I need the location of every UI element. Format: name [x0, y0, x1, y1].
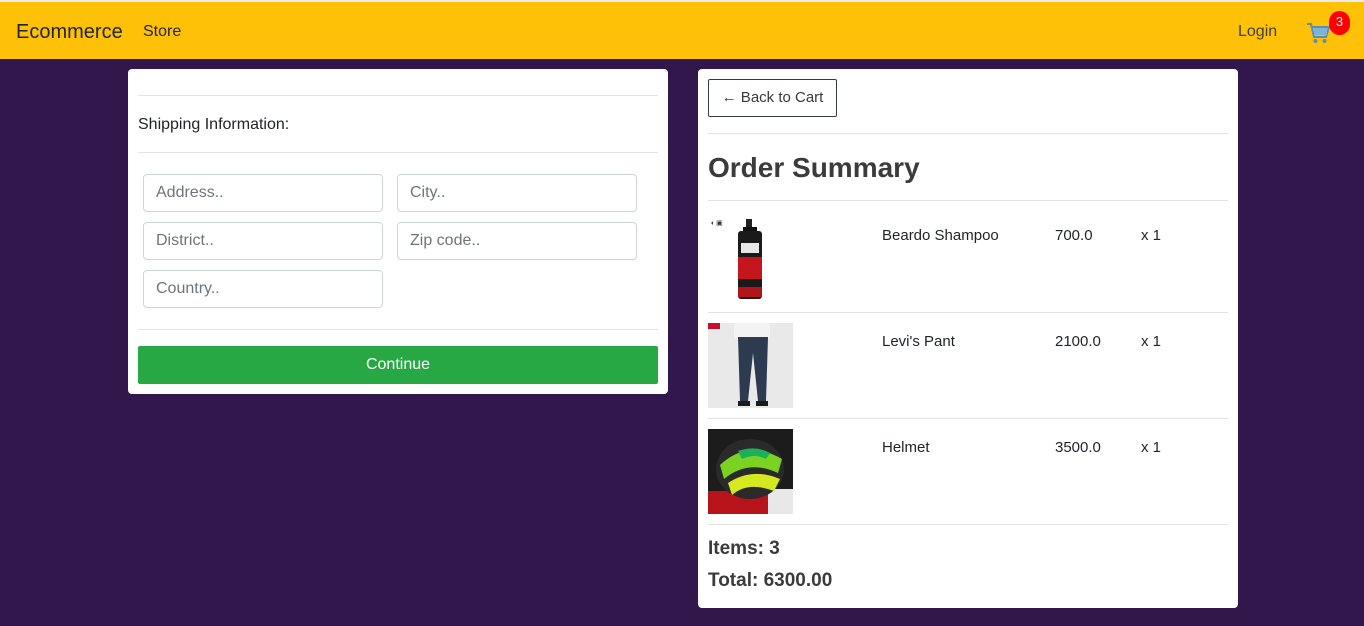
order-item-row: Levi's Pant 2100.0 x 1: [708, 313, 1228, 419]
item-quantity: x 1: [1141, 333, 1162, 350]
order-total: Total: 6300.00: [708, 570, 833, 591]
order-summary-title: Order Summary: [708, 152, 920, 183]
order-item-row: Helmet 3500.0 x 1: [708, 419, 1228, 525]
helmet-product-image: [708, 429, 793, 514]
login-link[interactable]: Login: [1238, 23, 1277, 41]
divider: [138, 329, 658, 330]
nav-store-link[interactable]: Store: [143, 23, 181, 41]
continue-button[interactable]: Continue: [138, 346, 658, 384]
order-item-row: ◖ ▣ Beardo Shampoo 700.0 x 1: [708, 207, 1228, 313]
country-field[interactable]: [143, 270, 383, 308]
divider: [138, 152, 658, 153]
item-quantity: x 1: [1141, 227, 1162, 244]
zip-code-field[interactable]: [397, 222, 637, 260]
divider: [708, 133, 1228, 134]
district-field[interactable]: [143, 222, 383, 260]
cart-count-badge: 3: [1329, 11, 1350, 35]
address-field[interactable]: [143, 174, 383, 212]
divider: [138, 95, 658, 96]
item-name: Beardo Shampoo: [882, 227, 999, 244]
shipping-form-card: Shipping Information: Continue: [128, 69, 668, 394]
item-price: 3500.0: [1055, 439, 1101, 456]
item-name: Helmet: [882, 439, 930, 456]
items-count: Items: 3: [708, 538, 780, 559]
city-field[interactable]: [397, 174, 637, 212]
navbar: Ecommerce Store Login 3: [0, 0, 1364, 59]
item-price: 700.0: [1055, 227, 1093, 244]
shopping-cart-icon[interactable]: [1306, 22, 1330, 44]
item-name: Levi's Pant: [882, 333, 955, 350]
item-price: 2100.0: [1055, 333, 1101, 350]
svg-text:◖ ▣: ◖ ▣: [710, 220, 723, 227]
item-quantity: x 1: [1141, 439, 1162, 456]
shipping-info-title: Shipping Information:: [138, 116, 290, 133]
brand-link[interactable]: Ecommerce: [16, 21, 123, 44]
pant-product-image: [708, 323, 793, 408]
back-to-cart-button[interactable]: ← Back to Cart: [708, 79, 837, 117]
shampoo-product-image: ◖ ▣: [708, 217, 793, 302]
divider: [708, 524, 1228, 525]
divider: [708, 200, 1228, 201]
order-summary-card: ← Back to Cart Order Summary ◖ ▣ Beardo …: [698, 69, 1238, 608]
